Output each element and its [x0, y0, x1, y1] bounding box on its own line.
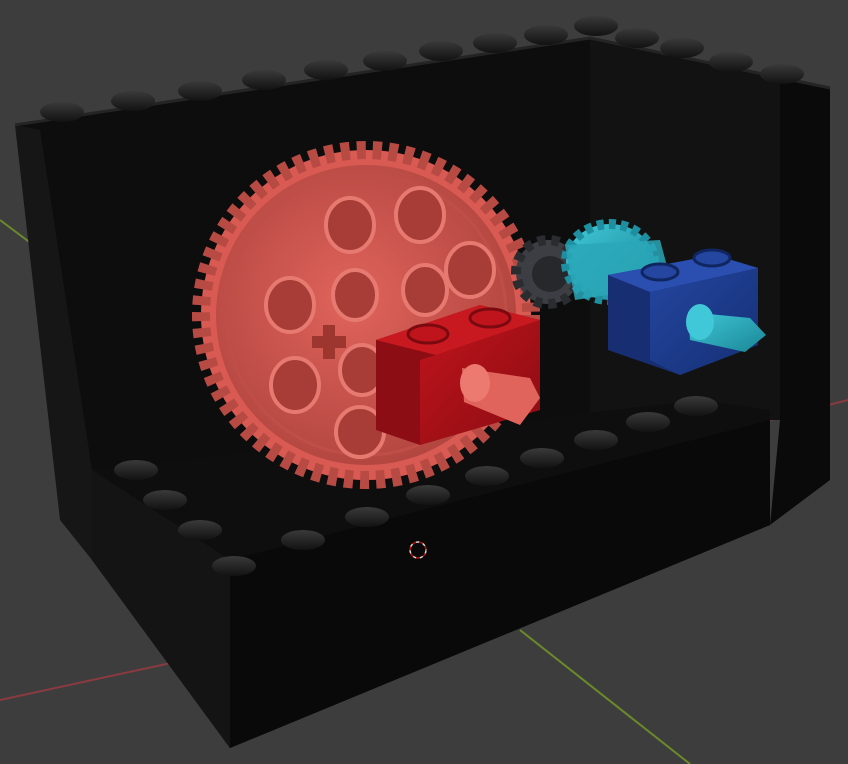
y-axis-line-bottom: [519, 629, 691, 764]
3d-viewport[interactable]: [0, 0, 848, 764]
scene-canvas[interactable]: [0, 0, 848, 764]
3d-cursor[interactable]: [408, 540, 428, 560]
